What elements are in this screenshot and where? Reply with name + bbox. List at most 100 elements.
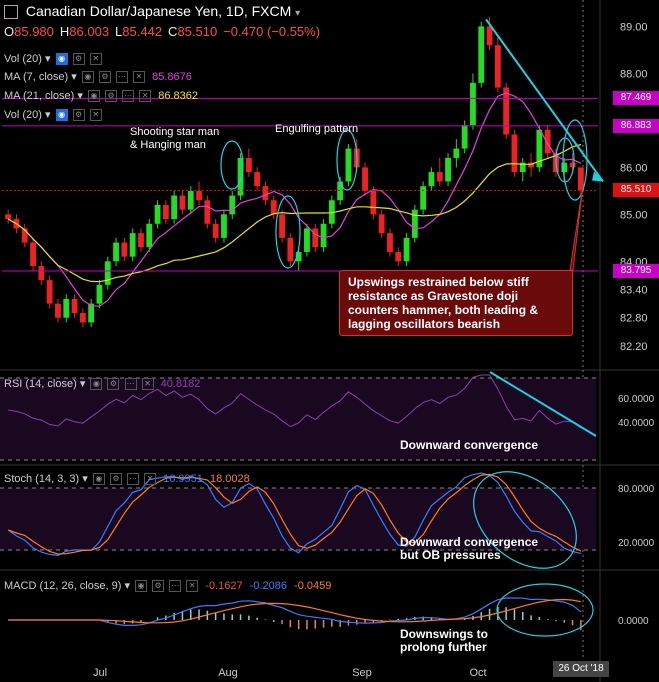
candle-body (436, 172, 443, 182)
macd-signal-line (8, 598, 582, 624)
close-icon[interactable]: ✕ (89, 109, 102, 122)
close-icon[interactable]: ✕ (141, 378, 154, 391)
x-axis-tick-label: Aug (218, 667, 238, 679)
candle-body (312, 228, 319, 248)
macd-note: Downswings to prolong further (400, 627, 488, 654)
x-axis-tick-label: Sep (352, 667, 372, 679)
ohlc-value: 85.980 (14, 24, 54, 39)
legend-macd-signal: -0.2086 (249, 580, 287, 592)
rsi-tick-label: 60.0000 (618, 394, 655, 405)
eye-icon[interactable]: ◉ (135, 580, 148, 593)
candle-body (229, 195, 236, 215)
candle-body (478, 26, 485, 83)
more-icon[interactable]: ⋯ (169, 580, 182, 593)
candle-body (320, 223, 327, 248)
legend-ma21-name: MA (21, close) (4, 90, 75, 102)
more-icon[interactable]: ⋯ (115, 71, 128, 84)
close-icon[interactable]: ✕ (139, 90, 152, 103)
legend-rsi-value: 40.8182 (160, 378, 201, 390)
legend-ma7[interactable]: MA (7, close) ▾ ◉ ⚙ ⋯ ✕ 85.8676 (4, 70, 192, 84)
legend-macd[interactable]: MACD (12, 26, close, 9) ▾ ◉ ⚙ ⋯ ✕ -0.162… (4, 579, 331, 593)
candle-body (79, 313, 86, 323)
price-level-tag: 86.883 (613, 118, 659, 133)
settings-icon[interactable]: ⚙ (152, 580, 165, 593)
candle-body (262, 186, 269, 201)
legend-stoch[interactable]: Stoch (14, 3, 3) ▾ ◉ ⚙ ⋯ ✕ 16.9951 18.00… (4, 472, 250, 486)
close-icon[interactable]: ✕ (133, 71, 146, 84)
legend-macd-name: MACD (12, 26, close, 9) (4, 580, 122, 592)
legend-vol-2[interactable]: Vol (20) ▾ ◉ ⚙ ✕ (4, 108, 102, 122)
eye-icon[interactable]: ◉ (87, 90, 100, 103)
chevron-down-icon[interactable]: ▾ (82, 473, 88, 485)
x-axis-tick-label: Oct (469, 667, 486, 679)
legend-vol-2-name: Vol (20) (4, 109, 42, 121)
candle-body (287, 237, 294, 262)
ohlc-value: 85.442 (122, 24, 163, 39)
chevron-down-icon[interactable]: ▾ (45, 53, 51, 65)
settings-icon[interactable]: ⚙ (72, 53, 85, 66)
chevron-down-icon[interactable]: ▾ (295, 8, 300, 19)
current-price-tag: 85.510 (613, 183, 659, 198)
ohlc-label: O (4, 24, 15, 39)
candle-body (461, 125, 468, 149)
chevron-down-icon[interactable]: ▾ (77, 90, 83, 102)
price-level-tag: 87.469 (613, 91, 659, 106)
settings-icon[interactable]: ⚙ (98, 71, 111, 84)
settings-icon[interactable]: ⚙ (72, 109, 85, 122)
stoch-tick-label: 80.0000 (618, 484, 655, 495)
stoch-tick-label: 20.0000 (618, 538, 655, 549)
eye-icon[interactable]: ◉ (92, 473, 105, 486)
settings-icon[interactable]: ⚙ (105, 90, 118, 103)
more-icon[interactable]: ⋯ (124, 378, 137, 391)
legend-vol-1-name: Vol (20) (4, 53, 42, 65)
legend-rsi[interactable]: RSI (14, close) ▾ ◉ ⚙ ⋯ ✕ 40.8182 (4, 377, 201, 391)
candle-body (403, 237, 410, 262)
settings-icon[interactable]: ⚙ (109, 473, 122, 486)
chart-title-row: Canadian Dollar/Japanese Yen, 1D, FXCM ▾ (4, 3, 300, 20)
chevron-down-icon[interactable]: ▾ (45, 109, 51, 121)
candle-body (196, 190, 202, 201)
candle-body (486, 26, 493, 46)
candle-body (104, 261, 111, 285)
annotation-shooting-star: Shooting star man & Hanging man (130, 126, 220, 151)
close-icon[interactable]: ✕ (89, 53, 102, 66)
eye-icon[interactable]: ◉ (81, 71, 94, 84)
more-icon[interactable]: ⋯ (122, 90, 135, 103)
legend-vol-1[interactable]: Vol (20) ▾ ◉ ⚙ ✕ (4, 52, 102, 66)
legend-ma7-value: 85.8676 (152, 71, 192, 83)
eye-icon[interactable]: ◉ (55, 53, 68, 66)
annotation-engulfing: Engulfing pattern (275, 123, 359, 135)
ohlc-values: O85.980 H86.003 L85.442 C85.510 −0.470 (−0.5… (4, 24, 326, 39)
candle-body (453, 148, 460, 158)
rsi-tick-label: 40.0000 (618, 418, 655, 429)
candle-body (187, 190, 194, 210)
candle-body (129, 233, 136, 257)
candle-body (561, 162, 568, 173)
close-icon[interactable]: ✕ (144, 473, 157, 486)
stoch-note: Downward convergence but OB pressures (400, 535, 539, 562)
eye-icon[interactable]: ◉ (55, 109, 68, 122)
annotation-pointer (569, 184, 584, 271)
eye-icon[interactable]: ◉ (90, 378, 103, 391)
candle-body (395, 251, 402, 262)
candle-body (544, 129, 551, 154)
close-icon[interactable]: ✕ (186, 580, 199, 593)
legend-ma21[interactable]: MA (21, close) ▾ ◉ ⚙ ⋯ ✕ 86.8362 (4, 89, 198, 103)
more-icon[interactable]: ⋯ (127, 473, 139, 486)
symbol-title[interactable]: Canadian Dollar/Japanese Yen, 1D, FXCM (26, 3, 291, 19)
candle-body (428, 172, 435, 187)
candle-body (270, 200, 277, 215)
candle-body (362, 167, 368, 191)
chevron-down-icon[interactable]: ▾ (80, 378, 86, 390)
candle-body (138, 233, 144, 248)
collapse-icon[interactable] (4, 5, 18, 20)
candle-body (146, 223, 153, 248)
legend-ma7-name: MA (7, close) (4, 71, 69, 83)
chevron-down-icon[interactable]: ▾ (124, 580, 130, 592)
settings-icon[interactable]: ⚙ (107, 378, 120, 391)
chevron-down-icon[interactable]: ▾ (71, 71, 77, 83)
candle-body (511, 134, 518, 173)
candle-body (378, 214, 385, 234)
candle-body (345, 148, 352, 182)
ohlc-label: H (59, 24, 70, 39)
